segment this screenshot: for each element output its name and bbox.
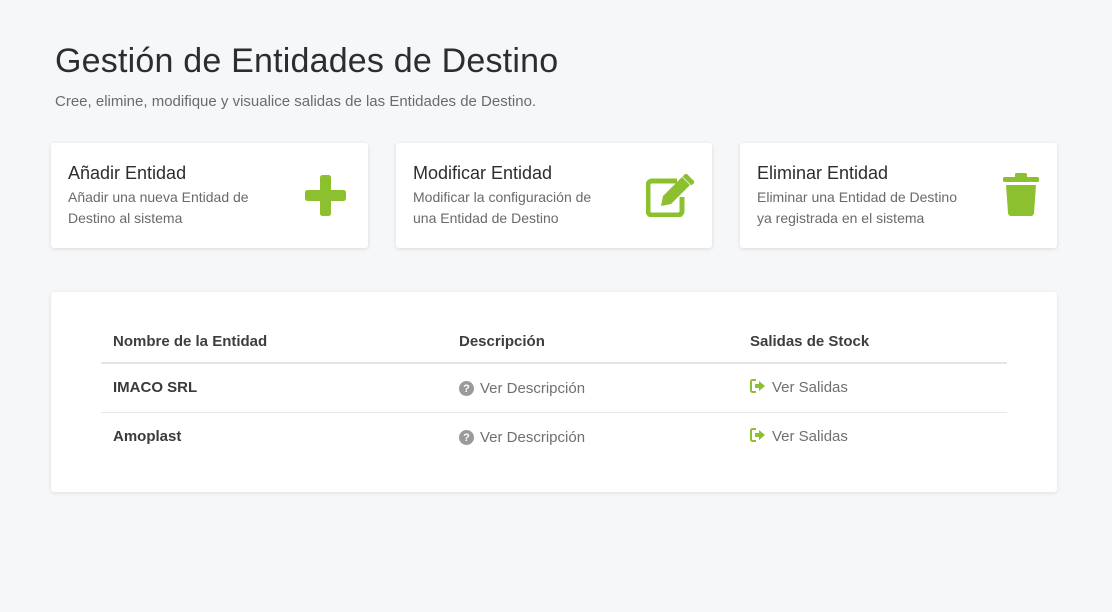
sign-out-icon	[750, 378, 766, 397]
view-description-link[interactable]: ? Ver Descripción	[459, 429, 585, 446]
entity-name: IMACO SRL	[101, 363, 447, 413]
delete-entity-card[interactable]: Eliminar Entidad Eliminar una Entidad de…	[740, 143, 1057, 248]
trash-icon	[1002, 172, 1040, 222]
outputs-cell: Ver Salidas	[738, 412, 1007, 461]
add-entity-card[interactable]: Añadir Entidad Añadir una nueva Entidad …	[51, 143, 368, 248]
column-header-name: Nombre de la Entidad	[101, 318, 447, 364]
column-header-stock-outputs: Salidas de Stock	[738, 318, 1007, 364]
modify-entity-description: Modificar la configuración de una Entida…	[413, 189, 592, 226]
add-entity-title: Añadir Entidad	[68, 163, 187, 183]
view-description-link[interactable]: ? Ver Descripción	[459, 380, 585, 397]
page-subtitle: Cree, elimine, modifique y visualice sal…	[55, 93, 537, 110]
add-entity-description: Añadir una nueva Entidad de Destino al s…	[68, 189, 249, 226]
delete-entity-title: Eliminar Entidad	[757, 163, 889, 183]
page-title: Gestión de Entidades de Destino	[55, 42, 559, 80]
view-outputs-label: Ver Salidas	[772, 428, 848, 446]
view-description-label: Ver Descripción	[480, 429, 586, 446]
sign-out-icon	[750, 427, 766, 446]
description-cell: ? Ver Descripción	[447, 363, 738, 413]
table-row: Amoplast ? Ver Descripción Ver Salidas	[101, 412, 1007, 461]
plus-icon	[304, 174, 347, 222]
entity-name: Amoplast	[113, 428, 182, 446]
delete-entity-description: Eliminar una Entidad de Destino ya regis…	[757, 189, 958, 226]
question-circle-icon: ?	[459, 381, 474, 396]
description-cell: ? Ver Descripción	[447, 412, 738, 461]
page: Gestión de Entidades de Destino Cree, el…	[0, 0, 1112, 612]
modify-entity-title: Modificar Entidad	[413, 163, 553, 183]
modify-entity-card[interactable]: Modificar Entidad Modificar la configura…	[396, 143, 712, 248]
outputs-cell: Ver Salidas	[738, 363, 1007, 413]
edit-icon	[645, 173, 696, 222]
table-header-row: Nombre de la Entidad Descripción Salidas…	[101, 318, 1007, 364]
view-outputs-label: Ver Salidas	[772, 379, 848, 397]
entities-table: Nombre de la Entidad Descripción Salidas…	[101, 318, 1007, 461]
question-circle-icon: ?	[459, 430, 474, 445]
table-row: IMACO SRL ? Ver Descripción Ver Salidas	[101, 363, 1007, 413]
column-header-description: Descripción	[447, 318, 738, 364]
entities-table-panel: Nombre de la Entidad Descripción Salidas…	[51, 292, 1057, 492]
view-outputs-link[interactable]: Ver Salidas	[750, 427, 848, 446]
view-outputs-link[interactable]: Ver Salidas	[750, 378, 848, 397]
view-description-label: Ver Descripción	[480, 380, 586, 397]
